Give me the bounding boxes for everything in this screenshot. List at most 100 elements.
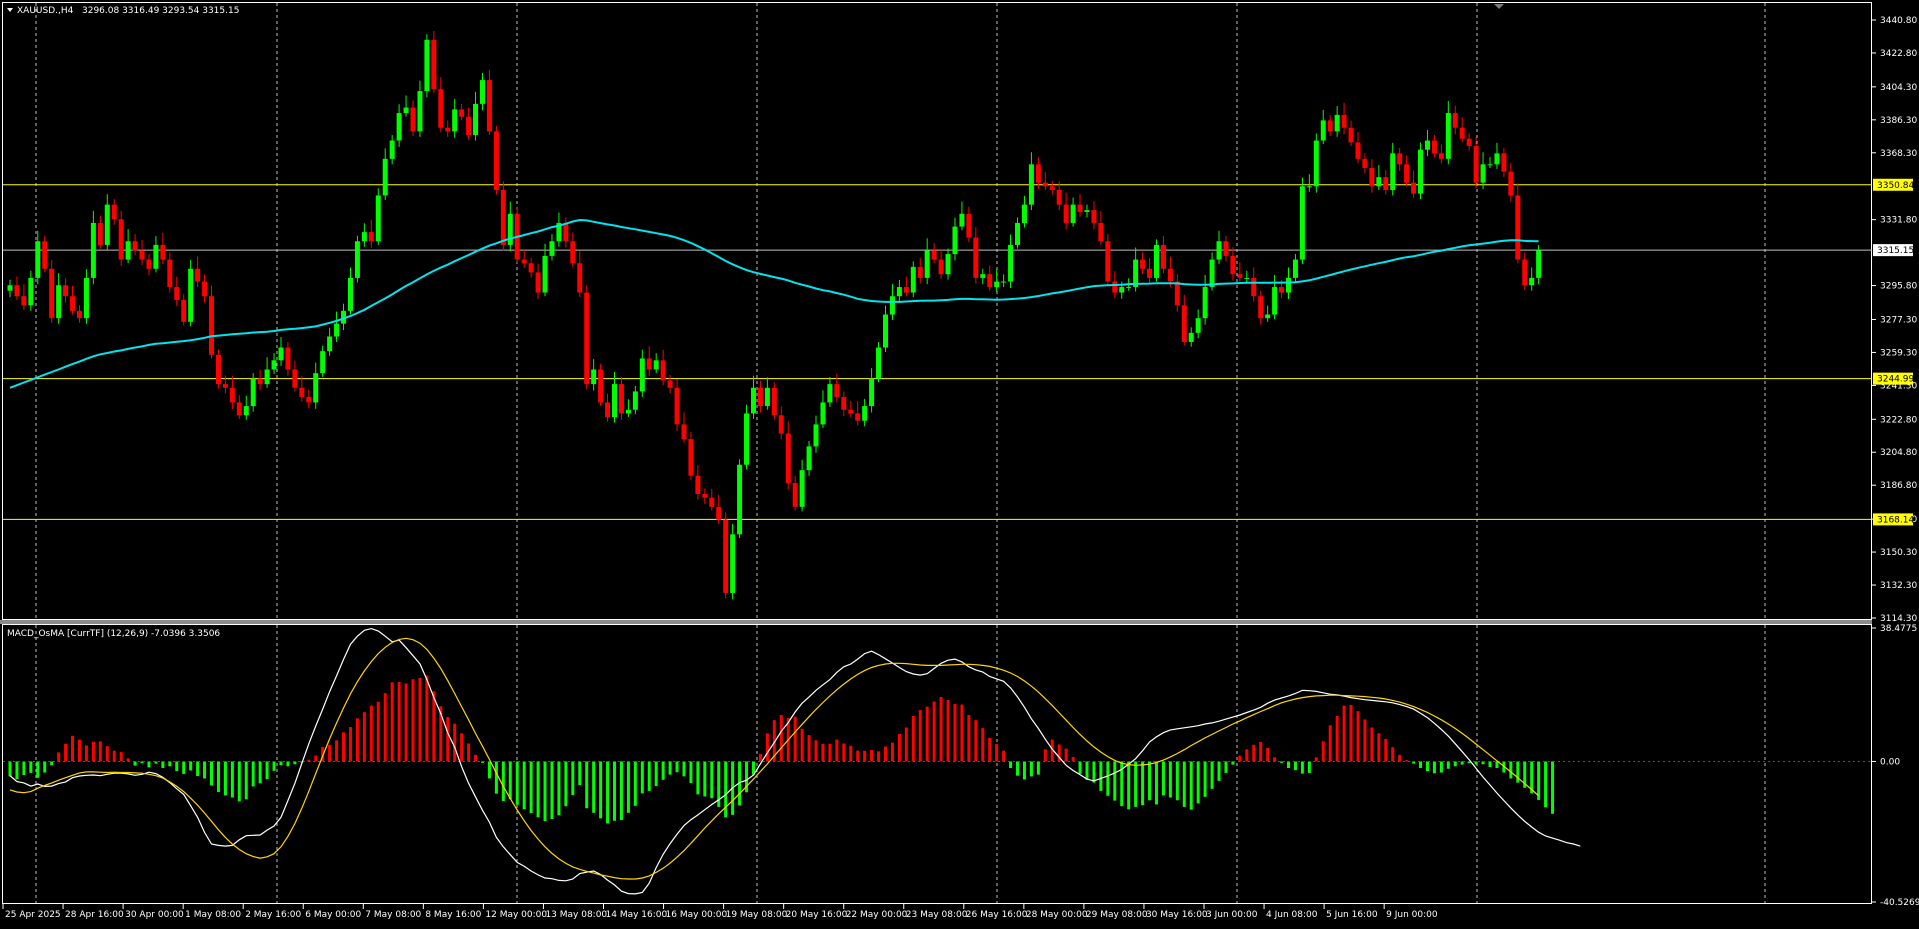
osma-bar [946, 700, 950, 762]
osma-bar [1016, 761, 1020, 776]
osma-bar [1391, 747, 1395, 762]
osma-bar [446, 717, 450, 762]
osma-bar [592, 761, 596, 813]
osma-bar [988, 737, 992, 762]
osma-bar [1328, 725, 1332, 762]
price-tick-label: 3331.80 [1880, 216, 1917, 226]
time-tick-label: 7 May 08:00 [365, 910, 421, 920]
osma-bar [189, 761, 193, 771]
price-tick-label: 3204.80 [1880, 448, 1917, 458]
price-tick-label: 3132.30 [1880, 581, 1917, 591]
osma-bar [1127, 761, 1131, 810]
osma-bar [599, 761, 603, 819]
osma-bar [633, 761, 637, 806]
price-tick-label: 3222.80 [1880, 415, 1917, 425]
osma-bar [932, 701, 936, 762]
osma-bar [758, 753, 762, 762]
panel-splitter[interactable] [0, 620, 1872, 624]
osma-bar [995, 744, 999, 762]
osma-bar [265, 761, 269, 780]
osma-bar [36, 761, 40, 778]
candle [514, 206, 520, 264]
osma-bar [710, 761, 714, 799]
ohlc-label: 3296.08 3316.49 3293.54 3315.15 [82, 6, 239, 16]
osma-bar [1009, 761, 1013, 769]
osma-bar [64, 743, 68, 762]
osma-bar [43, 761, 47, 773]
osma-bar [487, 761, 491, 779]
osma-bar [348, 727, 352, 762]
osma-bar [1474, 761, 1478, 765]
osma-bar [1342, 705, 1346, 762]
osma-bar [1210, 761, 1214, 789]
osma-bar [821, 743, 825, 762]
osma-bar [883, 746, 887, 762]
price-tick-label: 3440.80 [1880, 16, 1917, 26]
osma-bar [1405, 760, 1409, 762]
osma-bar [696, 761, 700, 795]
candle [215, 349, 221, 389]
osma-bar [1182, 761, 1186, 807]
osma-tick-label: -40.5269 [1880, 898, 1919, 908]
candle [354, 235, 360, 283]
osma-bar [1439, 761, 1443, 773]
osma-bar [814, 740, 818, 762]
osma-bar [1419, 761, 1423, 769]
osma-bar [1280, 761, 1284, 763]
osma-bar [613, 761, 617, 821]
osma-bar [314, 755, 318, 762]
osma-bar [1161, 761, 1165, 796]
osma-bar [1175, 761, 1179, 801]
osma-bar [1544, 761, 1548, 808]
osma-bar [1085, 761, 1089, 780]
osma-bar [606, 761, 610, 824]
candle [493, 125, 499, 195]
osma-bar [536, 761, 540, 818]
svg-text:3168.14: 3168.14 [1877, 515, 1914, 525]
osma-bar [286, 761, 290, 767]
osma-bar [1432, 761, 1436, 774]
osma-bar [71, 735, 75, 762]
osma-bar [237, 761, 241, 802]
osma-bar [105, 746, 109, 762]
osma-bar [376, 701, 380, 762]
candle [1313, 133, 1319, 193]
indicator-label: MACD_OsMA [CurrTF] (12,26,9) -7.0396 3.3… [7, 629, 220, 639]
osma-bar [258, 761, 262, 784]
osma-bar [216, 761, 220, 792]
time-tick-label: 13 May 08:00 [545, 910, 607, 920]
osma-bar [404, 683, 408, 762]
osma-tick-label: 0.00 [1880, 757, 1900, 767]
price-tick-label: 3277.30 [1880, 315, 1917, 325]
osma-bar [1189, 761, 1193, 810]
osma-bar [418, 677, 422, 762]
time-tick-label: 5 Jun 16:00 [1326, 910, 1378, 920]
osma-bar [272, 761, 276, 771]
osma-bar [1224, 761, 1228, 773]
osma-bar [1398, 754, 1402, 762]
osma-bar [57, 752, 61, 762]
osma-bar [1002, 750, 1006, 762]
candle [431, 30, 437, 93]
osma-bar [668, 761, 672, 775]
time-tick-label: 8 May 16:00 [425, 910, 481, 920]
osma-bar [1022, 761, 1026, 780]
osma-bar [425, 675, 429, 762]
osma-bar [244, 761, 248, 800]
osma-bar [1092, 761, 1096, 783]
time-tick-label: 6 May 00:00 [305, 910, 361, 920]
osma-bar [1495, 761, 1499, 769]
candle [424, 34, 430, 98]
osma-bar [133, 761, 137, 766]
osma-bar [362, 712, 366, 762]
osma-bar [1551, 761, 1555, 814]
osma-bar [355, 718, 359, 762]
time-tick-label: 14 May 16:00 [606, 910, 668, 920]
trading-chart[interactable]: 3440.80 3422.80 3404.30 3386.30 3368.30 3331.… [0, 0, 1919, 925]
osma-bar [1203, 761, 1207, 797]
price-tick-label: 3114.30 [1880, 614, 1917, 624]
time-tick-label: 3 Jun 00:00 [1206, 910, 1258, 920]
osma-bar [1099, 761, 1103, 791]
osma-bar [1370, 727, 1374, 762]
osma-bar [182, 761, 186, 774]
